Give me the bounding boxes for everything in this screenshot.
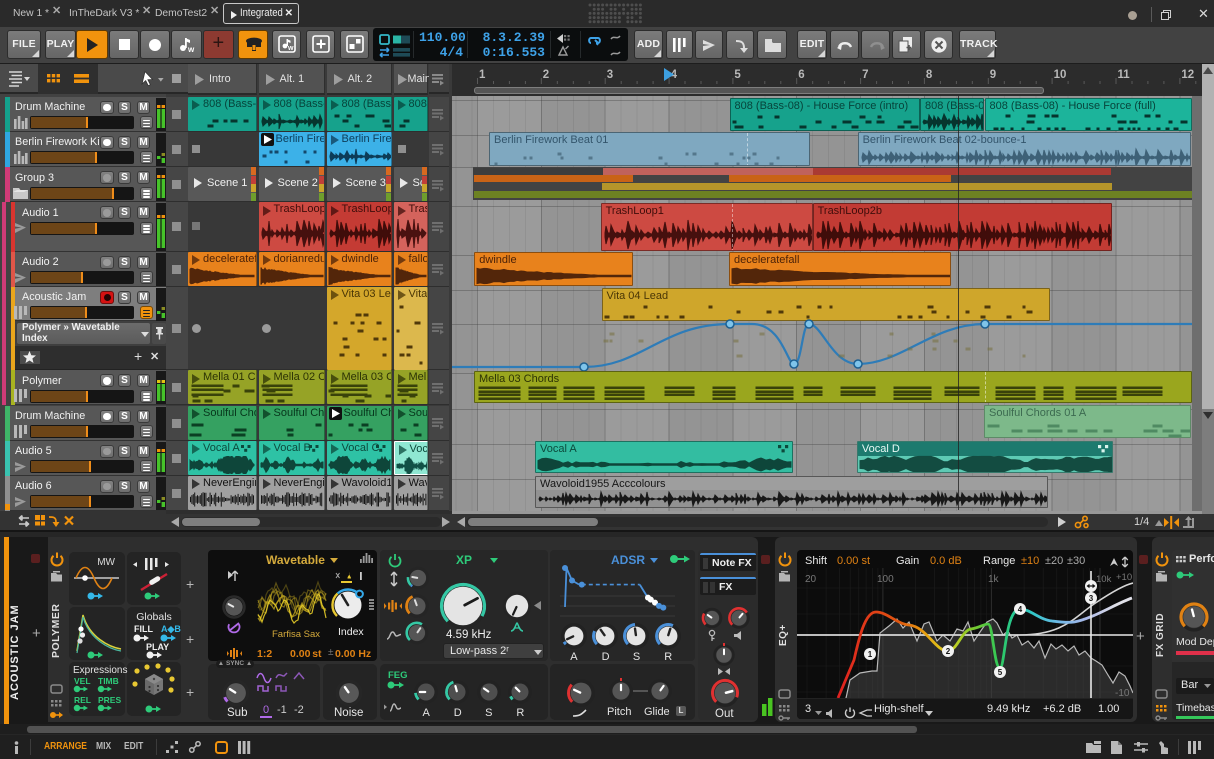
svg-text:A◆B: A◆B: [161, 624, 181, 634]
svg-text:PLAY: PLAY: [146, 642, 169, 652]
svg-text:w: w: [287, 45, 294, 52]
svg-text:Globals: Globals: [136, 611, 172, 623]
svg-text:3: 3: [1089, 594, 1094, 603]
svg-text:w: w: [187, 45, 195, 54]
svg-text:TIMB: TIMB: [98, 676, 119, 686]
svg-text:1: 1: [868, 650, 873, 659]
svg-text:4: 4: [1018, 605, 1023, 614]
svg-text:VEL: VEL: [74, 676, 91, 686]
svg-text:REL: REL: [74, 695, 91, 705]
svg-text:FILL: FILL: [134, 624, 153, 634]
svg-text:PRES: PRES: [98, 695, 121, 705]
svg-text:5: 5: [998, 668, 1003, 677]
svg-text:2: 2: [946, 647, 951, 656]
svg-text:Expressions: Expressions: [73, 665, 127, 676]
svg-text:MW: MW: [97, 557, 115, 568]
